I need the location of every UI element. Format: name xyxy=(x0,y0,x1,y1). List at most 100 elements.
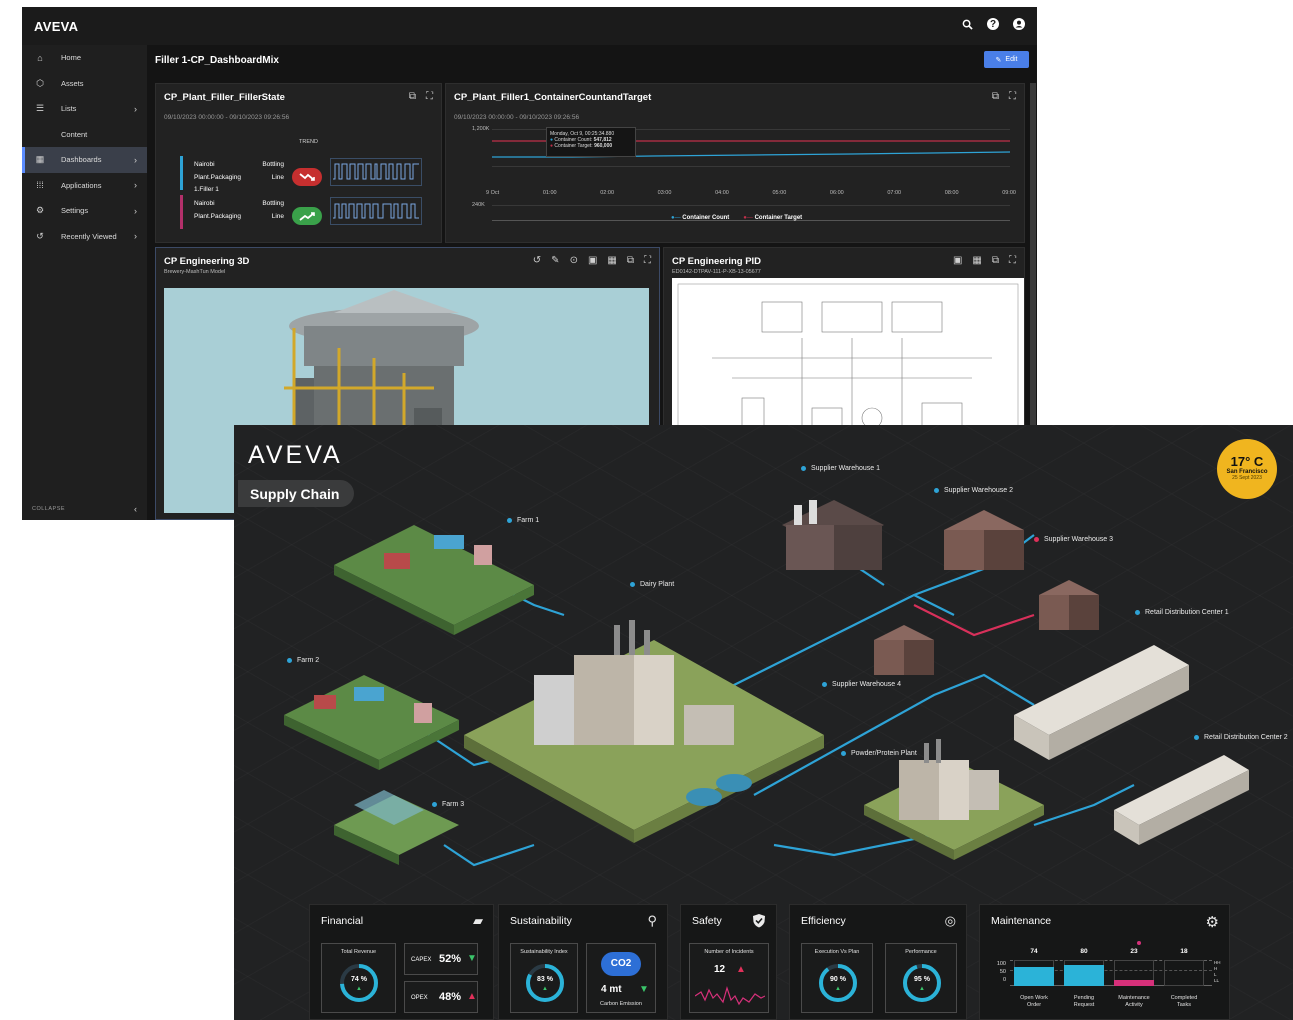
revenue-gauge: 74 % ▲ xyxy=(338,962,380,1004)
trend-down-icon xyxy=(292,168,322,186)
page-title: Filler 1-CP_DashboardMix xyxy=(155,55,279,66)
map-label-retail-distribution-center-1[interactable]: Retail Distribution Center 1 xyxy=(1135,609,1229,616)
gear-icon: ⚙ xyxy=(1205,914,1219,931)
chevron-left-icon[interactable]: ‹ xyxy=(134,504,137,514)
sidebar-item-settings[interactable]: ⚙ Settings › xyxy=(22,198,147,224)
sidebar: ⌂ Home ⬡ Assets ☰ Lists › Content ▦ Dash… xyxy=(22,45,147,520)
performance-tile[interactable]: Performance 95 % ▲ xyxy=(885,943,957,1013)
list-item[interactable]: Nairobi Plant.Packaging Bottling Line xyxy=(180,195,426,229)
x-tick: 08:00 xyxy=(944,190,959,196)
reset-view-icon[interactable]: ↺ xyxy=(533,255,541,266)
sidebar-item-label: Dashboards xyxy=(61,155,102,165)
calendar-icon[interactable]: ▣ xyxy=(953,255,962,266)
alert-dot xyxy=(1034,536,1039,542)
x-tick: 04:00 xyxy=(715,190,729,196)
sidebar-item-home[interactable]: ⌂ Home xyxy=(22,45,147,71)
sustainability-card[interactable]: Sustainability ⚲ Sustainability Index 83… xyxy=(498,904,668,1020)
map-label-supplier-warehouse-2[interactable]: Supplier Warehouse 2 xyxy=(934,487,1013,494)
search-icon[interactable] xyxy=(959,16,975,32)
tile-label: Execution Vs Plan xyxy=(814,949,860,955)
map-label-farm-2[interactable]: Farm 2 xyxy=(287,657,319,664)
map-label-supplier-warehouse-1[interactable]: Supplier Warehouse 1 xyxy=(801,465,880,472)
trend-down-icon: ▼ xyxy=(639,984,649,995)
qr-icon[interactable]: ▦ xyxy=(972,255,981,266)
card-title: Safety xyxy=(692,915,722,927)
maintenance-card[interactable]: Maintenance ⚙ 100 50 0 HH H L LL 74 Open … xyxy=(979,904,1230,1020)
collapse-label[interactable]: COLLAPSE xyxy=(32,506,65,512)
open-external-icon[interactable]: ⧉ xyxy=(992,255,999,266)
time-range: 09/10/2023 00:00:00 - 09/10/2023 09:26:5… xyxy=(454,114,580,121)
chevron-right-icon: › xyxy=(134,205,137,216)
trend-down-icon: ▼ xyxy=(467,953,477,964)
execution-vs-plan-tile[interactable]: Execution Vs Plan 90 % ▲ xyxy=(801,943,873,1013)
panel-title: CP Engineering PID xyxy=(672,256,762,267)
sustainability-index-tile[interactable]: Sustainability Index 83 % ▲ xyxy=(510,943,578,1013)
sidebar-item-dashboards[interactable]: ▦ Dashboards › xyxy=(22,147,147,173)
open-external-icon[interactable]: ⧉ xyxy=(627,255,634,266)
execution-gauge: 90 % ▲ xyxy=(817,962,859,1004)
map-label-dairy-plant[interactable]: Dairy Plant xyxy=(630,581,674,588)
map-label-supplier-warehouse-3[interactable]: Supplier Warehouse 3 xyxy=(1034,536,1113,543)
sidebar-item-label: Content xyxy=(61,129,88,139)
measure-icon[interactable]: ✎ xyxy=(551,255,559,266)
map-label-farm-1[interactable]: Farm 1 xyxy=(507,517,539,524)
qr-icon[interactable]: ▦ xyxy=(607,255,616,266)
bar-label: Maintenance xyxy=(1118,995,1150,1001)
map-label-supplier-warehouse-4[interactable]: Supplier Warehouse 4 xyxy=(822,681,901,688)
pencil-icon: ✎ xyxy=(995,56,1002,64)
sidebar-item-applications[interactable]: ⁞⁞⁞ Applications › xyxy=(22,173,147,199)
threshold-axis: HH H L LL xyxy=(1214,960,1221,983)
map-label-farm-3[interactable]: Farm 3 xyxy=(432,801,464,808)
help-icon[interactable]: ? xyxy=(987,18,999,30)
financial-card[interactable]: Financial ▰ Total Revenue 74 % ▲ CAPEX 5… xyxy=(309,904,494,1020)
incidents-tile[interactable]: Number of Incidents 12 ▲ xyxy=(689,943,769,1013)
select-icon[interactable]: ⊙ xyxy=(570,255,578,266)
performance-gauge: 95 % ▲ xyxy=(901,962,943,1004)
tile-label: Total Revenue xyxy=(340,949,377,955)
list-item[interactable]: Nairobi Plant.Packaging 1.Filler 1 Bottl… xyxy=(180,156,426,193)
efficiency-card[interactable]: Efficiency ◎ Execution Vs Plan 90 % ▲ Pe… xyxy=(789,904,967,1020)
x-axis: 9 Oct 01:00 02:00 03:00 04:00 05:00 06:0… xyxy=(486,190,1016,196)
home-icon: ⌂ xyxy=(37,52,43,63)
status-dot xyxy=(1135,609,1140,615)
edit-button[interactable]: ✎ Edit xyxy=(984,51,1029,68)
open-external-icon[interactable]: ⧉ xyxy=(992,91,999,102)
status-dot xyxy=(432,801,437,807)
scrollbar[interactable] xyxy=(1030,83,1036,458)
fullscreen-icon[interactable]: ⛶ xyxy=(1009,91,1016,102)
alert-dot xyxy=(1137,941,1141,945)
trend-up-icon: ▲ xyxy=(919,986,925,992)
panel-subtitle: ED0142-DTPAV-111-P-XB-13-05677 xyxy=(672,269,761,275)
x-tick: 9 Oct xyxy=(486,190,500,196)
fullscreen-icon[interactable]: ⛶ xyxy=(644,255,651,266)
map-label-retail-distribution-center-2[interactable]: Retail Distribution Center 2 xyxy=(1194,734,1288,741)
fullscreen-icon[interactable]: ⛶ xyxy=(426,91,433,102)
dashboard-icon: ▦ xyxy=(35,154,45,165)
calendar-icon[interactable]: ▣ xyxy=(588,255,597,266)
sidebar-item-content[interactable]: Content xyxy=(22,122,147,148)
carbon-emission-tile[interactable]: CO2 4 mt ▼ Carbon Emission xyxy=(586,943,656,1013)
bar-label: Pending xyxy=(1073,995,1095,1001)
status-dot xyxy=(822,681,827,687)
top-bar: AVEVA ? xyxy=(22,7,1037,45)
total-revenue-tile[interactable]: Total Revenue 74 % ▲ xyxy=(321,943,396,1013)
chevron-right-icon: › xyxy=(134,154,137,165)
gauge-value: 74 % xyxy=(351,976,367,983)
sidebar-item-lists[interactable]: ☰ Lists › xyxy=(22,96,147,122)
opex-tile[interactable]: OPEX 48% ▲ xyxy=(404,981,478,1013)
gauge-ring xyxy=(819,964,857,1002)
open-external-icon[interactable]: ⧉ xyxy=(409,91,416,102)
status-dot xyxy=(1194,734,1199,740)
panel-title: CP_Plant_Filler_FillerState xyxy=(164,92,285,103)
map-label-powder-protein-plant[interactable]: Powder/Protein Plant xyxy=(841,750,917,757)
safety-card[interactable]: Safety Number of Incidents 12 ▲ xyxy=(680,904,777,1020)
supply-chain-map xyxy=(284,500,1249,867)
status-dot xyxy=(934,487,939,493)
capex-tile[interactable]: CAPEX 52% ▼ xyxy=(404,943,478,975)
location-label: Nairobi Plant.Packaging xyxy=(194,200,241,220)
tile-value: 48% xyxy=(439,991,462,1003)
sidebar-item-assets[interactable]: ⬡ Assets xyxy=(22,71,147,97)
fullscreen-icon[interactable]: ⛶ xyxy=(1009,255,1016,266)
sidebar-item-recently-viewed[interactable]: ↺ Recently Viewed › xyxy=(22,224,147,250)
account-icon[interactable] xyxy=(1011,16,1027,32)
